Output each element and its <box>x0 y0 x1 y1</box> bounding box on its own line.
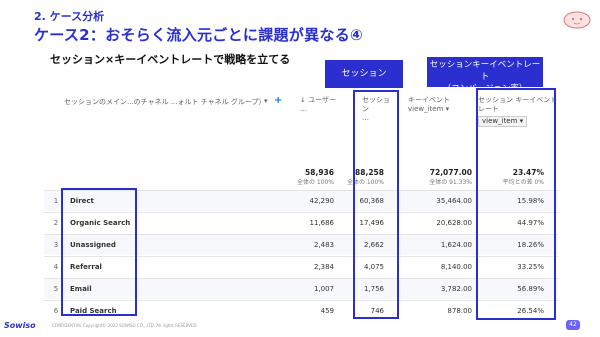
decorative-cloud-icon <box>563 11 591 29</box>
total-users-share: 全体の 100% <box>296 179 334 186</box>
total-ke-value: 72,077.00 <box>429 168 472 177</box>
chevron-down-icon[interactable]: ▾ <box>264 97 268 105</box>
company-logo: Sowiso <box>4 321 36 330</box>
column-header-users[interactable]: ↓ ユーザー … <box>300 96 340 114</box>
users-header-label: ↓ ユーザー <box>300 96 336 104</box>
users-value: 459 <box>320 307 334 315</box>
total-users: 58,936 全体の 100% <box>290 168 334 188</box>
key-events-value: 35,464.00 <box>436 197 472 205</box>
key-events-value: 1,624.00 <box>440 241 472 249</box>
copyright-text: CONFIDENTIAL Copyright© 2022 SOWISO CO.,… <box>52 323 197 328</box>
ke-header-label: キーイベント <box>408 96 450 104</box>
highlight-channel-column <box>61 188 137 316</box>
callout-key-event-rate: セッションキーイベントレート （コンバージョン率） <box>427 57 543 94</box>
total-ke-share: 全体の 91.33% <box>429 179 472 186</box>
callout-session: セッション <box>325 60 403 88</box>
highlight-key-event-rate-column <box>476 88 556 320</box>
total-key-events: 72,077.00 全体の 91.33% <box>408 168 472 188</box>
section-label: 2. ケース分析 <box>34 10 105 23</box>
users-value: 42,290 <box>309 197 335 205</box>
key-events-value: 20,628.00 <box>436 219 472 227</box>
key-events-value: 3,782.00 <box>440 285 472 293</box>
slide-subtitle: セッション×キーイベントレートで戦略を立てる <box>50 53 291 66</box>
slide-title: ケース2：おそらく流入元ごとに課題が異なる④ <box>34 26 363 44</box>
ke-event-selector[interactable]: view_item ▾ <box>408 105 478 114</box>
users-value: 2,384 <box>313 263 334 271</box>
callout-ker-line1: セッションキーイベントレート <box>429 60 541 82</box>
users-header-more: … <box>300 105 307 113</box>
key-events-value: 878.00 <box>447 307 473 315</box>
users-value: 11,686 <box>309 219 335 227</box>
total-users-value: 58,936 <box>305 168 334 177</box>
users-value: 1,007 <box>313 285 334 293</box>
users-value: 2,483 <box>313 241 334 249</box>
key-events-value: 8,140.00 <box>440 263 472 271</box>
footer: Sowiso CONFIDENTIAL Copyright© 2022 SOWI… <box>0 320 600 337</box>
dimension-header[interactable]: セッションのメイン...のチャネル ...ォルト チャネル グループ） <box>64 98 264 107</box>
add-dimension-button[interactable]: + <box>274 95 282 106</box>
column-header-key-events[interactable]: キーイベント view_item ▾ <box>408 96 478 114</box>
page-number: 42 <box>566 320 580 330</box>
highlight-session-column <box>353 90 399 319</box>
